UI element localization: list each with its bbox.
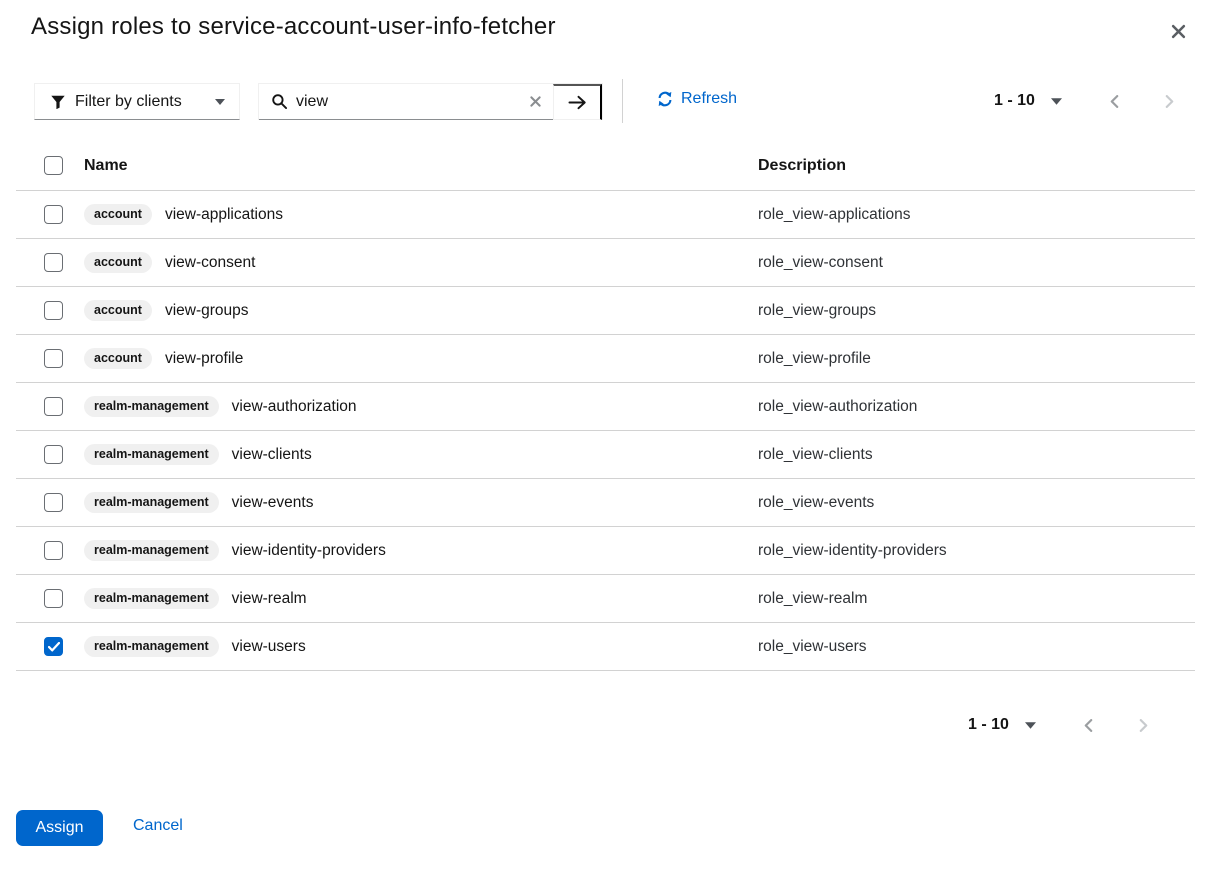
role-description: role_view-users — [758, 638, 1195, 656]
close-icon — [1171, 24, 1186, 39]
refresh-icon — [657, 91, 673, 107]
pagination-range: 1 - 10 — [968, 716, 1009, 734]
pagination-menu-toggle[interactable]: 1 - 10 — [986, 86, 1070, 116]
search-field — [259, 84, 553, 120]
row-checkbox[interactable] — [44, 205, 63, 224]
row-checkbox[interactable] — [44, 637, 63, 656]
role-description: role_view-profile — [758, 350, 1195, 368]
row-checkbox[interactable] — [44, 349, 63, 368]
role-name: view-clients — [232, 446, 312, 464]
role-name: view-events — [232, 494, 314, 512]
client-badge: account — [84, 252, 152, 273]
client-badge: realm-management — [84, 444, 219, 465]
arrow-right-icon — [568, 95, 587, 110]
assign-roles-modal: Assign roles to service-account-user-inf… — [0, 0, 1211, 869]
row-checkbox[interactable] — [44, 541, 63, 560]
role-name: view-users — [232, 638, 306, 656]
table-row: account view-groups role_view-groups — [16, 287, 1195, 335]
table-row: realm-management view-authorization role_… — [16, 383, 1195, 431]
table-row: realm-management view-users role_view-use… — [16, 623, 1195, 671]
search-submit-button[interactable] — [553, 84, 602, 120]
clear-search-button[interactable] — [528, 94, 543, 109]
cancel-button[interactable]: Cancel — [133, 817, 183, 835]
filter-icon — [51, 95, 65, 109]
filter-label: Filter by clients — [75, 93, 182, 111]
table-row: account view-consent role_view-consent — [16, 239, 1195, 287]
table-row: account view-applications role_view-appli… — [16, 191, 1195, 239]
search-icon — [272, 94, 287, 109]
client-badge: account — [84, 204, 152, 225]
assign-button[interactable]: Assign — [16, 810, 103, 846]
select-all-checkbox[interactable] — [44, 156, 63, 175]
pagination-top: 1 - 10 — [986, 86, 1180, 116]
role-name: view-consent — [165, 254, 255, 272]
table-row: account view-profile role_view-profile — [16, 335, 1195, 383]
role-description: role_view-consent — [758, 254, 1195, 272]
pagination-bottom: 1 - 10 — [960, 710, 1154, 740]
table-row: realm-management view-realm role_view-rea… — [16, 575, 1195, 623]
column-header-description: Description — [758, 157, 1195, 175]
pagination-menu-toggle[interactable]: 1 - 10 — [960, 710, 1044, 740]
role-description: role_view-clients — [758, 446, 1195, 464]
refresh-label: Refresh — [681, 90, 737, 108]
search-input[interactable] — [296, 93, 519, 111]
client-badge: realm-management — [84, 396, 219, 417]
role-name: view-groups — [165, 302, 249, 320]
pagination-nav — [1044, 713, 1154, 738]
caret-down-icon — [1051, 98, 1062, 105]
roles-table: Name Description account view-application… — [16, 141, 1195, 671]
row-checkbox[interactable] — [44, 397, 63, 416]
previous-page-button[interactable] — [1078, 713, 1099, 738]
role-description: role_view-applications — [758, 206, 1195, 224]
next-page-button[interactable] — [1159, 89, 1180, 114]
next-page-button[interactable] — [1133, 713, 1154, 738]
caret-down-icon — [1025, 722, 1036, 729]
role-description: role_view-groups — [758, 302, 1195, 320]
role-description: role_view-identity-providers — [758, 542, 1195, 560]
role-name: view-identity-providers — [232, 542, 386, 560]
row-checkbox[interactable] — [44, 301, 63, 320]
table-header-row: Name Description — [16, 141, 1195, 191]
role-description: role_view-realm — [758, 590, 1195, 608]
row-checkbox[interactable] — [44, 493, 63, 512]
row-checkbox[interactable] — [44, 589, 63, 608]
previous-page-button[interactable] — [1104, 89, 1125, 114]
refresh-button[interactable]: Refresh — [657, 90, 737, 108]
client-badge: account — [84, 348, 152, 369]
client-badge: account — [84, 300, 152, 321]
table-row: realm-managementview-identity-providers … — [16, 527, 1195, 575]
close-button[interactable] — [1164, 17, 1192, 45]
client-badge: realm-management — [84, 492, 219, 513]
search-bar — [258, 83, 603, 120]
row-checkbox[interactable] — [44, 253, 63, 272]
pagination-range: 1 - 10 — [994, 92, 1035, 110]
page-title: Assign roles to service-account-user-inf… — [31, 13, 556, 41]
role-name: view-applications — [165, 206, 283, 224]
role-name: view-realm — [232, 590, 307, 608]
role-name: view-authorization — [232, 398, 357, 416]
role-description: role_view-events — [758, 494, 1195, 512]
chevron-down-icon — [215, 99, 225, 105]
client-badge: realm-management — [84, 588, 219, 609]
filter-dropdown[interactable]: Filter by clients — [34, 83, 240, 120]
row-checkbox[interactable] — [44, 445, 63, 464]
toolbar-divider — [622, 79, 623, 123]
pagination-nav — [1070, 89, 1180, 114]
client-badge: realm-management — [84, 636, 219, 657]
column-header-name: Name — [84, 157, 758, 175]
table-row: realm-management view-events role_view-ev… — [16, 479, 1195, 527]
role-description: role_view-authorization — [758, 398, 1195, 416]
client-badge: realm-management — [84, 540, 219, 561]
table-row: realm-management view-clients role_view-c… — [16, 431, 1195, 479]
role-name: view-profile — [165, 350, 243, 368]
